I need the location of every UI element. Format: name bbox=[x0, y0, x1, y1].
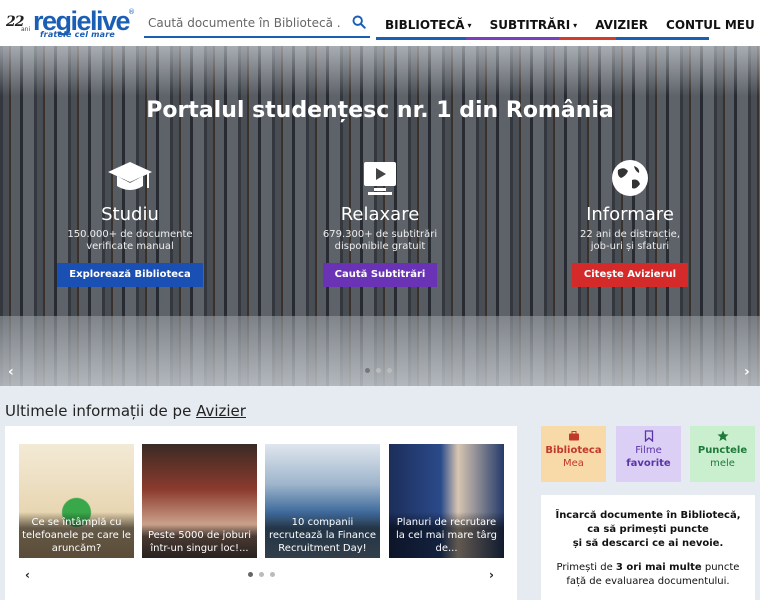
news-card[interactable]: 10 companii recrutează la Finance Recrui… bbox=[265, 444, 380, 558]
hero-column-desc: 150.000+ de documente verificate manual bbox=[67, 229, 193, 252]
nav-subtitrari-label: SUBTITRĂRI bbox=[489, 18, 571, 32]
promo-line4: Primești de 3 ori mai multe puncte bbox=[541, 561, 755, 575]
explore-library-button[interactable]: Explorează Biblioteca bbox=[57, 263, 203, 287]
hero-title: Portalul studențesc nr. 1 din România bbox=[146, 98, 614, 123]
hero-column-title: Studiu bbox=[101, 204, 159, 225]
globe-icon bbox=[612, 160, 648, 196]
main-nav: BIBLIOTECĂ ▾ SUBTITRĂRI ▾ AVIZIER CONTUL… bbox=[376, 10, 760, 40]
promo-line1: Încarcă documente în Bibliotecă, bbox=[555, 510, 741, 521]
favorite-movies-tile[interactable]: Filme favorite bbox=[616, 426, 681, 482]
slide-dot[interactable] bbox=[248, 572, 253, 577]
news-card[interactable]: Ce se întâmplă cu telefoanele pe care le… bbox=[19, 444, 134, 558]
hero-column-desc: 679.300+ de subtitrări disponibile gratu… bbox=[322, 229, 438, 252]
bookmark-icon bbox=[644, 430, 653, 442]
graduation-cap-icon bbox=[108, 162, 152, 190]
tile-line1: Biblioteca bbox=[545, 445, 602, 456]
nav-avizier-label: AVIZIER bbox=[595, 18, 649, 32]
promo-line5: față de evaluarea documentului. bbox=[566, 576, 730, 587]
tile-line2: Mea bbox=[563, 458, 584, 469]
search-input[interactable] bbox=[148, 12, 348, 34]
logo-years-suffix: ani bbox=[21, 26, 31, 33]
hero-prev-arrow[interactable]: ‹ bbox=[8, 364, 14, 380]
chevron-down-icon: ▾ bbox=[467, 20, 472, 30]
my-library-tile[interactable]: Biblioteca Mea bbox=[541, 426, 606, 482]
nav-contul-meu-label: CONTUL MEU bbox=[666, 18, 755, 32]
hero-column-informare: Informare 22 ani de distracție, job-uri … bbox=[540, 158, 720, 287]
tile-line2: favorite bbox=[626, 458, 671, 469]
tile-line1: Filme bbox=[635, 445, 662, 456]
tile-line2: mele bbox=[710, 458, 735, 469]
site-header: 22 ani regielive ® fratele cel mare BIBL… bbox=[0, 0, 760, 46]
news-prev-arrow[interactable]: ‹ bbox=[25, 568, 30, 582]
avizier-section-title: Ultimele informații de pe Avizier bbox=[5, 402, 246, 420]
news-card-title: Planuri de recrutare la cel mai mare târ… bbox=[389, 512, 504, 558]
nav-biblioteca[interactable]: BIBLIOTECĂ ▾ bbox=[376, 10, 481, 40]
regielive-logo[interactable]: 22 ani regielive ® fratele cel mare bbox=[6, 6, 135, 40]
upload-promo-box: Încarcă documente în Bibliotecă, ca să p… bbox=[541, 495, 755, 600]
promo-line4-post: puncte bbox=[701, 562, 740, 573]
my-points-tile[interactable]: Punctele mele bbox=[690, 426, 755, 482]
slide-dot[interactable] bbox=[270, 572, 275, 577]
avizier-link[interactable]: Avizier bbox=[196, 402, 246, 420]
chevron-down-icon: ▾ bbox=[573, 20, 578, 30]
star-icon bbox=[717, 430, 728, 441]
hero-column-studiu: Studiu 150.000+ de documente verificate … bbox=[40, 158, 220, 287]
promo-line4-pre: Primești de bbox=[556, 562, 616, 573]
tile-line1: Punctele bbox=[697, 445, 748, 456]
nav-avizier[interactable]: AVIZIER bbox=[586, 10, 657, 40]
logo-tagline: fratele cel mare bbox=[40, 30, 116, 39]
news-card-title: Ce se întâmplă cu telefoanele pe care le… bbox=[19, 512, 134, 558]
hero-column-desc: 22 ani de distracție, job-uri și sfaturi bbox=[579, 229, 681, 252]
promo-line4-bold: 3 ori mai multe bbox=[615, 562, 702, 573]
news-card[interactable]: Planuri de recrutare la cel mai mare târ… bbox=[389, 444, 504, 558]
promo-line2: ca să primești puncte bbox=[587, 524, 709, 535]
slide-dot[interactable] bbox=[259, 572, 264, 577]
hero-slide-dots bbox=[365, 368, 392, 373]
hero-slider: Portalul studențesc nr. 1 din România St… bbox=[0, 46, 760, 386]
slide-dot[interactable] bbox=[387, 368, 392, 373]
avizier-carousel: Ce se întâmplă cu telefoanele pe care le… bbox=[5, 426, 517, 600]
hero-floor bbox=[0, 316, 760, 386]
avizier-title-prefix: Ultimele informații de pe bbox=[5, 402, 197, 420]
news-card-title: Peste 5000 de joburi într-un singur loc!… bbox=[142, 525, 257, 558]
search-subtitles-button[interactable]: Caută Subtitrări bbox=[322, 263, 438, 287]
promo-line3: și să descarci ce ai nevoie. bbox=[572, 538, 724, 549]
nav-biblioteca-label: BIBLIOTECĂ bbox=[385, 18, 465, 32]
search-box bbox=[144, 10, 370, 38]
news-next-arrow[interactable]: › bbox=[489, 568, 494, 582]
read-avizier-button[interactable]: Citește Avizierul bbox=[571, 263, 689, 287]
nav-subtitrari[interactable]: SUBTITRĂRI ▾ bbox=[481, 10, 587, 40]
search-icon[interactable] bbox=[352, 15, 366, 29]
hero-column-title: Informare bbox=[586, 204, 674, 225]
nav-underline bbox=[376, 37, 709, 40]
hero-ceiling bbox=[0, 46, 760, 96]
slide-dot[interactable] bbox=[365, 368, 370, 373]
hero-next-arrow[interactable]: › bbox=[744, 364, 750, 380]
hero-column-title: Relaxare bbox=[340, 204, 420, 225]
video-play-icon bbox=[364, 162, 396, 195]
hero-column-relaxare: Relaxare 679.300+ de subtitrări disponib… bbox=[290, 158, 470, 287]
slide-dot[interactable] bbox=[376, 368, 381, 373]
logo-registered-mark: ® bbox=[128, 8, 135, 16]
news-card[interactable]: Peste 5000 de joburi într-un singur loc!… bbox=[142, 444, 257, 558]
news-card-title: 10 companii recrutează la Finance Recrui… bbox=[265, 512, 380, 558]
news-slide-dots bbox=[248, 572, 275, 577]
nav-contul-meu[interactable]: CONTUL MEU bbox=[657, 10, 760, 40]
briefcase-icon bbox=[568, 431, 579, 441]
